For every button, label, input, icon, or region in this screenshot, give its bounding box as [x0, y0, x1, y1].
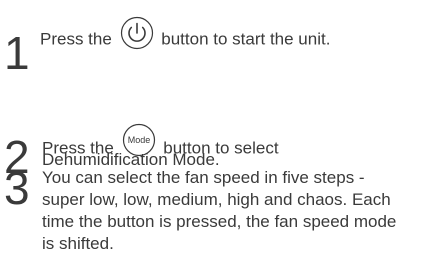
- step-text-line: super low, low, medium, high and chaos. …: [42, 190, 391, 209]
- step-text-line: is shifted.: [42, 234, 114, 253]
- step-text-before: Press the: [40, 29, 117, 49]
- mode-button-label: Mode: [127, 135, 150, 145]
- step-number: 3: [4, 162, 30, 214]
- step-text-after: button to start the unit.: [156, 29, 331, 49]
- power-icon: [120, 16, 154, 56]
- step-text-line: You can select the fan speed in five ste…: [42, 168, 365, 187]
- step-number: 1: [4, 27, 30, 79]
- step-text: Press the button to start the unit.: [40, 16, 331, 60]
- step-text-line: time the button is pressed, the fan spee…: [42, 212, 397, 231]
